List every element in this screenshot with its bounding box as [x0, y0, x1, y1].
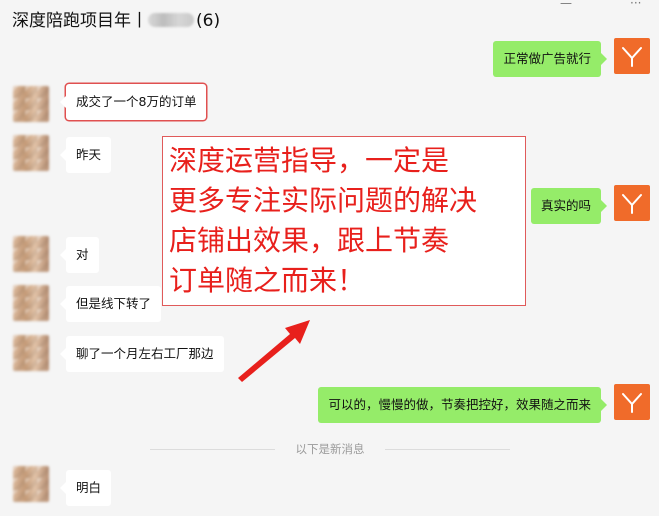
chat-title: 深度陪跑项目年丨 (6) [12, 6, 220, 31]
more-options-icon[interactable]: ··· [630, 0, 641, 10]
annotation-line: 深度运营指导，一定是 [169, 144, 450, 177]
self-avatar[interactable] [614, 38, 650, 74]
message-bubble-contact[interactable]: 但是线下转了 [59, 286, 162, 322]
message-text: 成交了一个8万的订单 [76, 94, 197, 109]
self-avatar[interactable] [614, 185, 650, 221]
message-bubble-self[interactable]: 可以的，慢慢的做，节奏把控好，效果随之而来 [318, 387, 607, 423]
message-bubble-contact[interactable]: 成交了一个8万的订单 [59, 84, 207, 120]
logo-icon [622, 393, 642, 413]
contact-avatar[interactable] [13, 135, 49, 171]
contact-avatar[interactable] [13, 285, 49, 321]
message-text: 但是线下转了 [76, 296, 152, 311]
divider-line [385, 449, 510, 450]
message-text: 聊了一个月左右工厂那边 [76, 346, 214, 361]
annotation-callout: 深度运营指导，一定是 更多专注实际问题的解决 店铺出效果，跟上节奏 订单随之而来… [162, 136, 526, 306]
message-bubble-contact[interactable]: 昨天 [59, 137, 112, 173]
logo-icon [622, 47, 642, 67]
message-bubble-self[interactable]: 真实的吗 [530, 188, 608, 224]
annotation-line: 店铺出效果，跟上节奏 [169, 224, 450, 257]
new-messages-divider: 以下是新消息 [150, 440, 510, 458]
message-text: 可以的，慢慢的做，节奏把控好，效果随之而来 [328, 397, 591, 412]
self-avatar[interactable] [614, 384, 650, 420]
message-bubble-contact[interactable]: 聊了一个月左右工厂那边 [60, 336, 224, 372]
window-control-icon[interactable]: — [560, 0, 572, 10]
contact-avatar[interactable] [13, 236, 49, 272]
contact-avatar[interactable] [13, 466, 49, 502]
message-text: 真实的吗 [540, 198, 591, 213]
message-bubble-contact[interactable]: 明白 [59, 470, 112, 506]
message-bubble-self[interactable]: 正常做广告就行 [493, 41, 607, 77]
annotation-arrow-icon [238, 320, 310, 382]
message-text: 昨天 [76, 147, 102, 162]
annotation-line: 更多专注实际问题的解决 [169, 184, 478, 217]
message-text: 正常做广告就行 [503, 51, 591, 66]
contact-avatar[interactable] [13, 86, 49, 122]
message-bubble-contact[interactable]: 对 [60, 237, 99, 273]
contact-avatar[interactable] [13, 335, 49, 371]
member-count: (6) [196, 11, 221, 31]
message-text: 明白 [76, 480, 102, 495]
logo-icon [622, 194, 642, 214]
redacted-name [148, 13, 194, 27]
message-text: 对 [76, 247, 89, 262]
annotation-line: 订单随之而来！ [169, 264, 366, 297]
chat-header: 深度陪跑项目年丨 (6) — ··· [0, 0, 659, 36]
chat-title-text: 深度陪跑项目年丨 [12, 11, 148, 31]
